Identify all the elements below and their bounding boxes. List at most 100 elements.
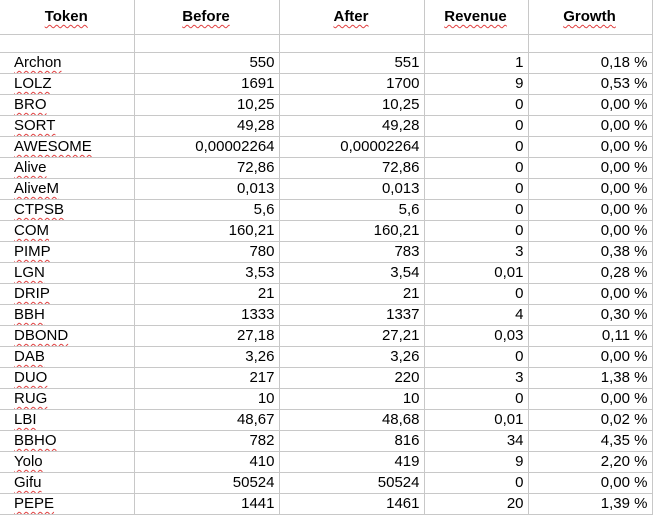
before-cell[interactable]: 1441 [134, 493, 280, 515]
revenue-cell[interactable]: 9 [424, 451, 529, 473]
growth-cell[interactable]: 0,38 % [528, 241, 653, 263]
revenue-cell[interactable]: 0 [424, 115, 529, 137]
after-cell[interactable]: 10 [279, 388, 425, 410]
after-cell[interactable]: 3,26 [279, 346, 425, 368]
before-cell[interactable]: 50524 [134, 472, 280, 494]
token-cell[interactable]: COM [0, 220, 135, 242]
empty-cell[interactable] [134, 34, 280, 53]
after-cell[interactable]: 1461 [279, 493, 425, 515]
token-cell[interactable]: BBHO [0, 430, 135, 452]
before-cell[interactable]: 10,25 [134, 94, 280, 116]
header-growth-cell[interactable]: Growth [528, 0, 653, 35]
growth-cell[interactable]: 1,39 % [528, 493, 653, 515]
before-cell[interactable]: 72,86 [134, 157, 280, 179]
before-cell[interactable]: 1333 [134, 304, 280, 326]
growth-cell[interactable]: 0,00 % [528, 388, 653, 410]
revenue-cell[interactable]: 3 [424, 367, 529, 389]
token-cell[interactable]: LOLZ [0, 73, 135, 95]
token-cell[interactable]: Archon [0, 52, 135, 74]
after-cell[interactable]: 49,28 [279, 115, 425, 137]
revenue-cell[interactable]: 0 [424, 346, 529, 368]
growth-cell[interactable]: 0,00 % [528, 94, 653, 116]
before-cell[interactable]: 48,67 [134, 409, 280, 431]
token-cell[interactable]: LGN [0, 262, 135, 284]
token-cell[interactable]: BRO [0, 94, 135, 116]
after-cell[interactable]: 783 [279, 241, 425, 263]
before-cell[interactable]: 3,26 [134, 346, 280, 368]
growth-cell[interactable]: 0,02 % [528, 409, 653, 431]
empty-cell[interactable] [528, 34, 653, 53]
revenue-cell[interactable]: 0 [424, 94, 529, 116]
revenue-cell[interactable]: 0 [424, 388, 529, 410]
token-cell[interactable]: PIMP [0, 241, 135, 263]
after-cell[interactable]: 5,6 [279, 199, 425, 221]
before-cell[interactable]: 0,00002264 [134, 136, 280, 158]
after-cell[interactable]: 160,21 [279, 220, 425, 242]
header-before-cell[interactable]: Before [134, 0, 280, 35]
revenue-cell[interactable]: 0,01 [424, 262, 529, 284]
growth-cell[interactable]: 0,11 % [528, 325, 653, 347]
before-cell[interactable]: 217 [134, 367, 280, 389]
after-cell[interactable]: 72,86 [279, 157, 425, 179]
after-cell[interactable]: 21 [279, 283, 425, 305]
empty-cell[interactable] [279, 34, 425, 53]
empty-cell[interactable] [0, 34, 135, 53]
revenue-cell[interactable]: 0 [424, 283, 529, 305]
after-cell[interactable]: 816 [279, 430, 425, 452]
growth-cell[interactable]: 0,00 % [528, 346, 653, 368]
token-cell[interactable]: Yolo [0, 451, 135, 473]
token-cell[interactable]: CTPSB [0, 199, 135, 221]
revenue-cell[interactable]: 1 [424, 52, 529, 74]
token-cell[interactable]: BBH [0, 304, 135, 326]
token-cell[interactable]: DUO [0, 367, 135, 389]
revenue-cell[interactable]: 0,03 [424, 325, 529, 347]
growth-cell[interactable]: 0,53 % [528, 73, 653, 95]
growth-cell[interactable]: 0,18 % [528, 52, 653, 74]
before-cell[interactable]: 27,18 [134, 325, 280, 347]
before-cell[interactable]: 0,013 [134, 178, 280, 200]
after-cell[interactable]: 551 [279, 52, 425, 74]
before-cell[interactable]: 410 [134, 451, 280, 473]
token-cell[interactable]: AliveM [0, 178, 135, 200]
before-cell[interactable]: 550 [134, 52, 280, 74]
token-cell[interactable]: LBI [0, 409, 135, 431]
growth-cell[interactable]: 0,00 % [528, 472, 653, 494]
after-cell[interactable]: 27,21 [279, 325, 425, 347]
revenue-cell[interactable]: 0 [424, 220, 529, 242]
header-token-cell[interactable]: Token [0, 0, 135, 35]
before-cell[interactable]: 49,28 [134, 115, 280, 137]
token-cell[interactable]: RUG [0, 388, 135, 410]
before-cell[interactable]: 5,6 [134, 199, 280, 221]
token-cell[interactable]: PEPE [0, 493, 135, 515]
growth-cell[interactable]: 0,00 % [528, 136, 653, 158]
before-cell[interactable]: 160,21 [134, 220, 280, 242]
growth-cell[interactable]: 0,00 % [528, 220, 653, 242]
revenue-cell[interactable]: 4 [424, 304, 529, 326]
before-cell[interactable]: 1691 [134, 73, 280, 95]
after-cell[interactable]: 419 [279, 451, 425, 473]
after-cell[interactable]: 50524 [279, 472, 425, 494]
revenue-cell[interactable]: 34 [424, 430, 529, 452]
growth-cell[interactable]: 1,38 % [528, 367, 653, 389]
growth-cell[interactable]: 0,00 % [528, 178, 653, 200]
before-cell[interactable]: 3,53 [134, 262, 280, 284]
after-cell[interactable]: 1700 [279, 73, 425, 95]
empty-cell[interactable] [424, 34, 529, 53]
revenue-cell[interactable]: 0 [424, 472, 529, 494]
token-cell[interactable]: SORT [0, 115, 135, 137]
revenue-cell[interactable]: 0 [424, 157, 529, 179]
after-cell[interactable]: 3,54 [279, 262, 425, 284]
growth-cell[interactable]: 0,30 % [528, 304, 653, 326]
token-cell[interactable]: Alive [0, 157, 135, 179]
revenue-cell[interactable]: 3 [424, 241, 529, 263]
revenue-cell[interactable]: 0 [424, 136, 529, 158]
growth-cell[interactable]: 0,00 % [528, 199, 653, 221]
before-cell[interactable]: 10 [134, 388, 280, 410]
revenue-cell[interactable]: 0 [424, 178, 529, 200]
after-cell[interactable]: 0,00002264 [279, 136, 425, 158]
growth-cell[interactable]: 0,00 % [528, 115, 653, 137]
revenue-cell[interactable]: 0,01 [424, 409, 529, 431]
growth-cell[interactable]: 0,00 % [528, 157, 653, 179]
header-revenue-cell[interactable]: Revenue [424, 0, 529, 35]
token-cell[interactable]: AWESOME [0, 136, 135, 158]
